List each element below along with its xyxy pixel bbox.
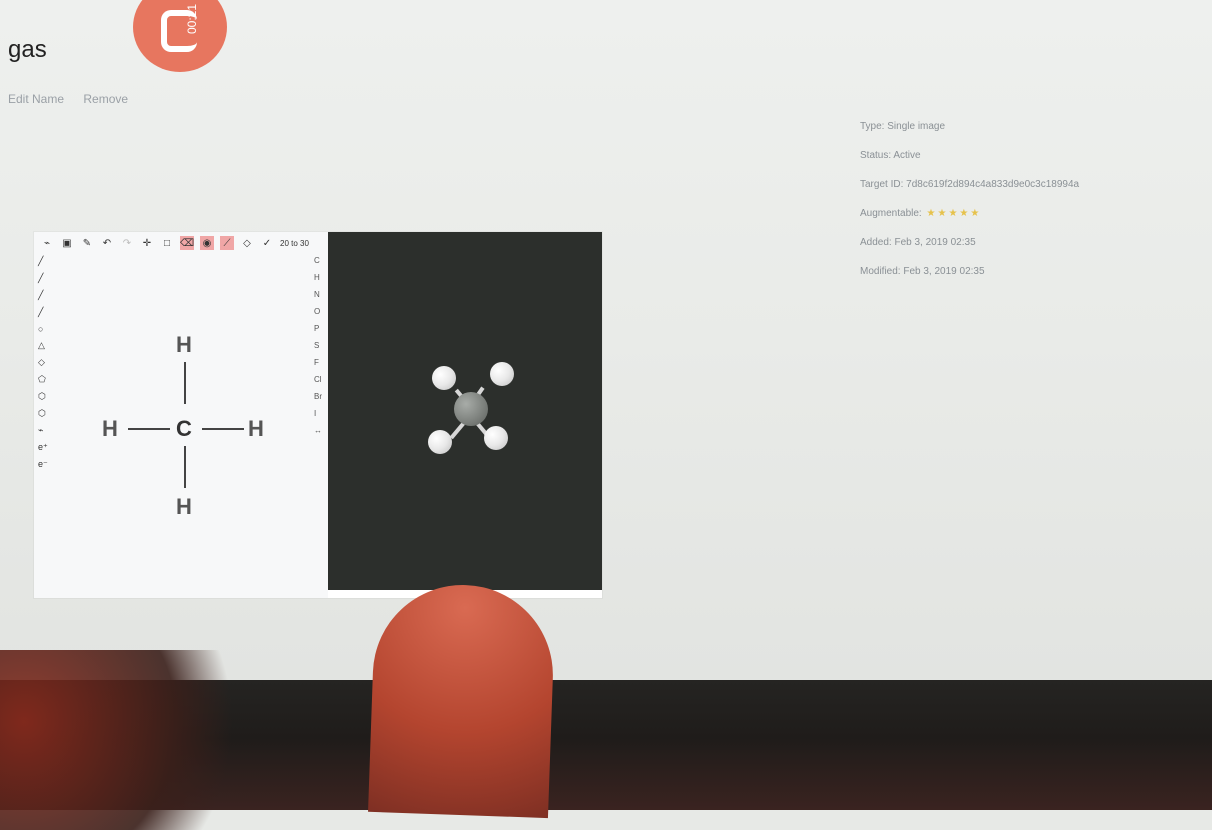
circle-ring-icon[interactable]: ○ — [38, 324, 54, 334]
finger-glow — [0, 650, 280, 830]
target-id-line: Target ID: 7d8c619f2d894c4a833d9e0c3c189… — [860, 179, 1080, 190]
element-i[interactable]: I — [314, 409, 328, 418]
star-icon: ★ — [970, 208, 980, 219]
remove-link[interactable]: Remove — [83, 92, 128, 106]
double-bond-icon[interactable]: ╱ — [38, 273, 54, 284]
star-icon: ★ — [959, 208, 969, 219]
heptagon-ring-icon[interactable]: ⬡ — [38, 408, 54, 419]
hydrogen-sphere — [428, 430, 452, 454]
bond-left — [128, 428, 170, 430]
hydrogen-sphere — [432, 366, 456, 390]
element-br[interactable]: Br — [314, 392, 328, 401]
edit-name-link[interactable]: Edit Name — [8, 92, 64, 106]
element-c[interactable]: C — [314, 256, 328, 265]
check-icon[interactable]: ✓ — [260, 236, 274, 250]
augmentable-label: Augmentable: — [860, 208, 922, 219]
diamond-ring-icon[interactable]: ◇ — [38, 357, 54, 368]
chain-icon[interactable]: ⌁ — [38, 425, 54, 436]
bond-icon[interactable]: ⟋ — [220, 236, 234, 250]
triple-bond-icon[interactable]: ╱ — [38, 290, 54, 301]
move-icon[interactable]: ✛ — [140, 236, 154, 250]
undo-icon[interactable]: ↶ — [100, 236, 114, 250]
redo-icon[interactable]: ↷ — [120, 236, 134, 250]
view-icon[interactable]: ◉ — [200, 236, 214, 250]
size-label[interactable]: 20 to 30 — [280, 236, 309, 250]
added-line: Added: Feb 3, 2019 02:35 — [860, 237, 976, 248]
open-icon[interactable]: ▣ — [60, 236, 74, 250]
single-bond-icon[interactable]: ╱ — [38, 256, 54, 267]
charge-plus-icon[interactable]: e⁺ — [38, 442, 54, 453]
element-arrow[interactable]: ↔ — [314, 426, 328, 435]
methane-structure: H H C H H — [92, 322, 282, 532]
element-f[interactable]: F — [314, 358, 328, 367]
recording-time: 00:21 — [185, 3, 200, 35]
type-line: Type: Single image — [860, 121, 946, 132]
atom-h-bottom: H — [176, 494, 192, 519]
hexagon-ring-icon[interactable]: ⬡ — [38, 391, 54, 402]
erase-icon[interactable]: ⌫ — [180, 236, 194, 250]
star-icon: ★ — [926, 208, 936, 219]
charge-minus-icon[interactable]: e⁻ — [38, 459, 54, 470]
element-o[interactable]: O — [314, 307, 328, 316]
carbon-sphere — [454, 392, 488, 426]
atom-h-top: H — [176, 332, 192, 357]
atom-h-left: H — [102, 416, 118, 441]
element-p[interactable]: P — [314, 324, 328, 333]
structure-editor: ⌁ ▣ ✎ ↶ ↷ ✛ □ ⌫ ◉ ⟋ ◇ ✓ 20 to 30 ╱ ╱ ╱ ╱… — [34, 232, 328, 598]
element-s[interactable]: S — [314, 341, 328, 350]
target-metadata: Type: Single image Status: Active Target… — [860, 112, 1079, 286]
bond-bottom — [184, 446, 186, 488]
target-image-card: ⌁ ▣ ✎ ↶ ↷ ✛ □ ⌫ ◉ ⟋ ◇ ✓ 20 to 30 ╱ ╱ ╱ ╱… — [34, 232, 602, 598]
element-h[interactable]: H — [314, 273, 328, 282]
user-finger — [368, 581, 556, 819]
desk-edge — [0, 650, 1212, 830]
new-icon[interactable]: ⌁ — [40, 236, 54, 250]
element-n[interactable]: N — [314, 290, 328, 299]
hydrogen-sphere — [484, 426, 508, 450]
star-icon: ★ — [948, 208, 958, 219]
bond-top — [184, 362, 186, 404]
page: gas Edit Name Remove 00:21 Type: Single … — [0, 0, 1212, 680]
recording-badge[interactable]: 00:21 — [133, 0, 227, 72]
left-toolbar: ╱ ╱ ╱ ╱ ○ △ ◇ ⬠ ⬡ ⬡ ⌁ e⁺ e⁻ — [38, 256, 54, 470]
modified-line: Modified: Feb 3, 2019 02:35 — [860, 266, 985, 277]
atom-h-right: H — [248, 416, 264, 441]
page-title: gas — [8, 36, 47, 63]
editor-toolbar: ⌁ ▣ ✎ ↶ ↷ ✛ □ ⌫ ◉ ⟋ ◇ ✓ 20 to 30 — [34, 232, 334, 254]
triangle-ring-icon[interactable]: △ — [38, 340, 54, 351]
element-cl[interactable]: Cl — [314, 375, 328, 384]
augmentable-line: Augmentable: ★ ★ ★ ★ ★ — [860, 199, 1079, 228]
star-icon: ★ — [937, 208, 947, 219]
hydrogen-sphere — [490, 362, 514, 386]
status-line: Status: Active — [860, 150, 921, 161]
action-links: Edit Name Remove — [8, 92, 144, 106]
3d-viewer[interactable] — [328, 232, 602, 590]
template-icon[interactable]: ◇ — [240, 236, 254, 250]
dashed-bond-icon[interactable]: ╱ — [38, 307, 54, 318]
atom-c-center: C — [176, 416, 192, 441]
pentagon-ring-icon[interactable]: ⬠ — [38, 374, 54, 385]
augmentable-stars: ★ ★ ★ ★ ★ — [925, 208, 980, 219]
select-icon[interactable]: □ — [160, 236, 174, 250]
element-toolbar: C H N O P S F Cl Br I ↔ — [314, 256, 328, 435]
bond-right — [202, 428, 244, 430]
edit-icon[interactable]: ✎ — [80, 236, 94, 250]
